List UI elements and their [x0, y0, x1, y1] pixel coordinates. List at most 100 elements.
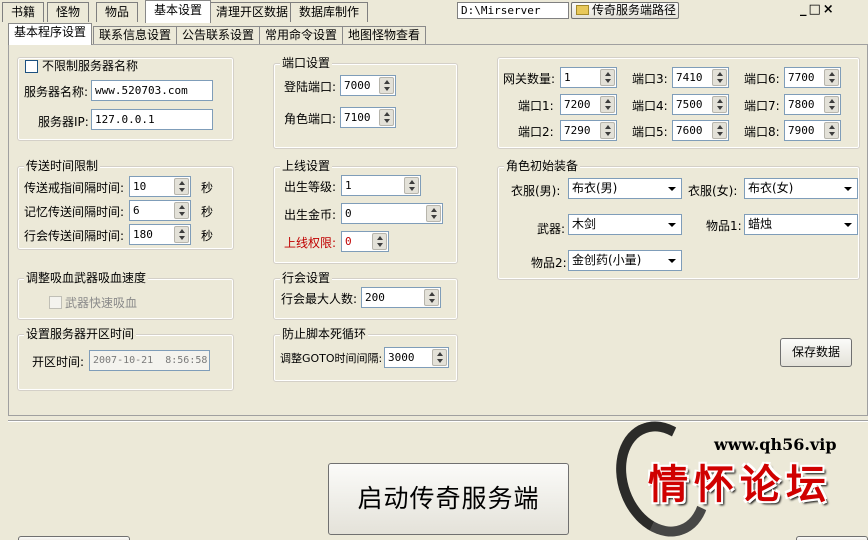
open-time-input[interactable]: 2007-10-21 8:56:58 [89, 350, 210, 371]
guild-max-input[interactable]: 200 [361, 287, 441, 308]
tab-database[interactable]: 数据库制作 [290, 2, 369, 22]
server-path-button[interactable]: 传奇服务端路径 [571, 2, 679, 19]
login-port-input[interactable]: 7000 [340, 75, 396, 96]
item2-label: 物品2: [531, 256, 567, 270]
spin-icon[interactable] [600, 96, 615, 113]
login-port-label: 登陆端口: [284, 80, 337, 94]
item1-select[interactable]: 蜡烛 [744, 214, 858, 235]
tab-books[interactable]: 书籍 [2, 2, 45, 22]
gateway-port2-input[interactable]: 7290 [560, 120, 617, 141]
unlimited-name-checkbox[interactable] [25, 60, 38, 73]
gateway-port1-label: 端口1: [518, 99, 554, 113]
gateway-port1-input[interactable]: 7200 [560, 94, 617, 115]
birth-gold-input[interactable]: 0 [341, 203, 443, 224]
online-permission-value: 0 [345, 235, 352, 248]
spin-icon[interactable] [824, 69, 839, 86]
spin-icon[interactable] [174, 226, 189, 243]
male-clothes-value: 布衣(男) [572, 181, 618, 195]
spin-icon[interactable] [379, 77, 394, 94]
teleport-guild-unit: 秒 [201, 229, 214, 243]
goto-interval-input[interactable]: 3000 [384, 347, 449, 368]
birth-level-input[interactable]: 1 [341, 175, 421, 196]
weapon-select[interactable]: 木剑 [568, 214, 682, 235]
server-path-field[interactable]: D:\Mirserver [457, 2, 569, 19]
bottom-left-button[interactable] [18, 536, 130, 540]
subtab-notice-contact[interactable]: 公告联系设置 [176, 26, 261, 45]
gateway-port8-input[interactable]: 7900 [784, 120, 841, 141]
spin-icon[interactable] [372, 233, 387, 250]
maximize-icon[interactable]: □ [809, 2, 823, 17]
spin-icon[interactable] [174, 202, 189, 219]
server-name-input[interactable]: www.520703.com [91, 80, 213, 101]
chevron-down-icon[interactable] [663, 180, 680, 197]
spin-icon[interactable] [424, 289, 439, 306]
vampire-checkbox[interactable] [49, 296, 62, 309]
spin-icon[interactable] [712, 122, 727, 139]
male-clothes-select[interactable]: 布衣(男) [568, 178, 682, 199]
guild-group-title: 行会设置 [280, 271, 333, 285]
spin-icon[interactable] [712, 96, 727, 113]
goto-interval-label: 调整GOTO时间间隔: [280, 352, 383, 365]
tab-monsters[interactable]: 怪物 [47, 2, 90, 22]
female-clothes-select[interactable]: 布衣(女) [744, 178, 858, 199]
teleport-guild-input[interactable]: 180 [129, 224, 191, 245]
gateway-port4-value: 7500 [676, 98, 703, 111]
item2-select[interactable]: 金创药(小量) [568, 250, 682, 271]
subtab-common-commands[interactable]: 常用命令设置 [259, 26, 344, 45]
role-port-input[interactable]: 7100 [340, 107, 396, 128]
server-ip-input[interactable]: 127.0.0.1 [91, 109, 213, 130]
save-button[interactable]: 保存数据 [780, 338, 852, 367]
tab-clear-data[interactable]: 清理开区数据 [207, 2, 298, 22]
spin-icon[interactable] [824, 96, 839, 113]
item1-value: 蜡烛 [748, 217, 773, 231]
spin-icon[interactable] [426, 205, 441, 222]
gateway-port2-label: 端口2: [518, 125, 554, 139]
gateway-port6-input[interactable]: 7700 [784, 67, 841, 88]
teleport-guild-value: 180 [133, 228, 153, 241]
server-ip-label: 服务器IP: [38, 115, 89, 129]
tab-items[interactable]: 物品 [96, 2, 139, 22]
divider [8, 420, 868, 422]
gateway-port4-input[interactable]: 7500 [672, 94, 729, 115]
minimize-icon[interactable]: _ [800, 2, 809, 17]
subtab-contact-info[interactable]: 联系信息设置 [93, 26, 178, 45]
close-icon[interactable]: × [823, 2, 836, 17]
gateway-port5-label: 端口5: [632, 125, 668, 139]
tab-basic-settings[interactable]: 基本设置 [145, 0, 212, 23]
gateway-port1-value: 7200 [564, 98, 591, 111]
spin-icon[interactable] [712, 69, 727, 86]
start-server-button[interactable]: 启动传奇服务端 [328, 463, 569, 535]
subtab-basic-program[interactable]: 基本程序设置 [8, 23, 93, 45]
spin-icon[interactable] [432, 349, 447, 366]
spin-icon[interactable] [600, 69, 615, 86]
chevron-down-icon[interactable] [663, 216, 680, 233]
gateway-port5-input[interactable]: 7600 [672, 120, 729, 141]
teleport-memory-input[interactable]: 6 [129, 200, 191, 221]
port-group-title: 端口设置 [280, 56, 333, 70]
chevron-down-icon[interactable] [839, 216, 856, 233]
teleport-ring-input[interactable]: 10 [129, 176, 191, 197]
online-permission-input[interactable]: 0 [341, 231, 389, 252]
male-clothes-label: 衣服(男): [511, 184, 561, 198]
spin-icon[interactable] [824, 122, 839, 139]
spin-icon[interactable] [600, 122, 615, 139]
chevron-down-icon[interactable] [663, 252, 680, 269]
gateway-port7-input[interactable]: 7800 [784, 94, 841, 115]
spin-icon[interactable] [174, 178, 189, 195]
teleport-ring-value: 10 [133, 180, 147, 193]
bottom-right-button[interactable] [796, 536, 868, 540]
weapon-label: 武器: [537, 222, 566, 236]
teleport-memory-label: 记忆传送间隔时间: [24, 205, 125, 219]
gateway-count-input[interactable]: 1 [560, 67, 617, 88]
teleport-ring-unit: 秒 [201, 181, 214, 195]
chevron-down-icon[interactable] [839, 180, 856, 197]
teleport-guild-label: 行会传送间隔时间: [24, 229, 125, 243]
subtab-map-monsters[interactable]: 地图怪物查看 [342, 26, 427, 45]
gateway-port3-input[interactable]: 7410 [672, 67, 729, 88]
spin-icon[interactable] [379, 109, 394, 126]
gateway-port8-label: 端口8: [744, 125, 780, 139]
gateway-port3-value: 7410 [676, 71, 703, 84]
vampire-check-label: 武器快速吸血 [65, 296, 138, 310]
spin-icon[interactable] [404, 177, 419, 194]
server-name-label: 服务器名称: [24, 85, 89, 99]
